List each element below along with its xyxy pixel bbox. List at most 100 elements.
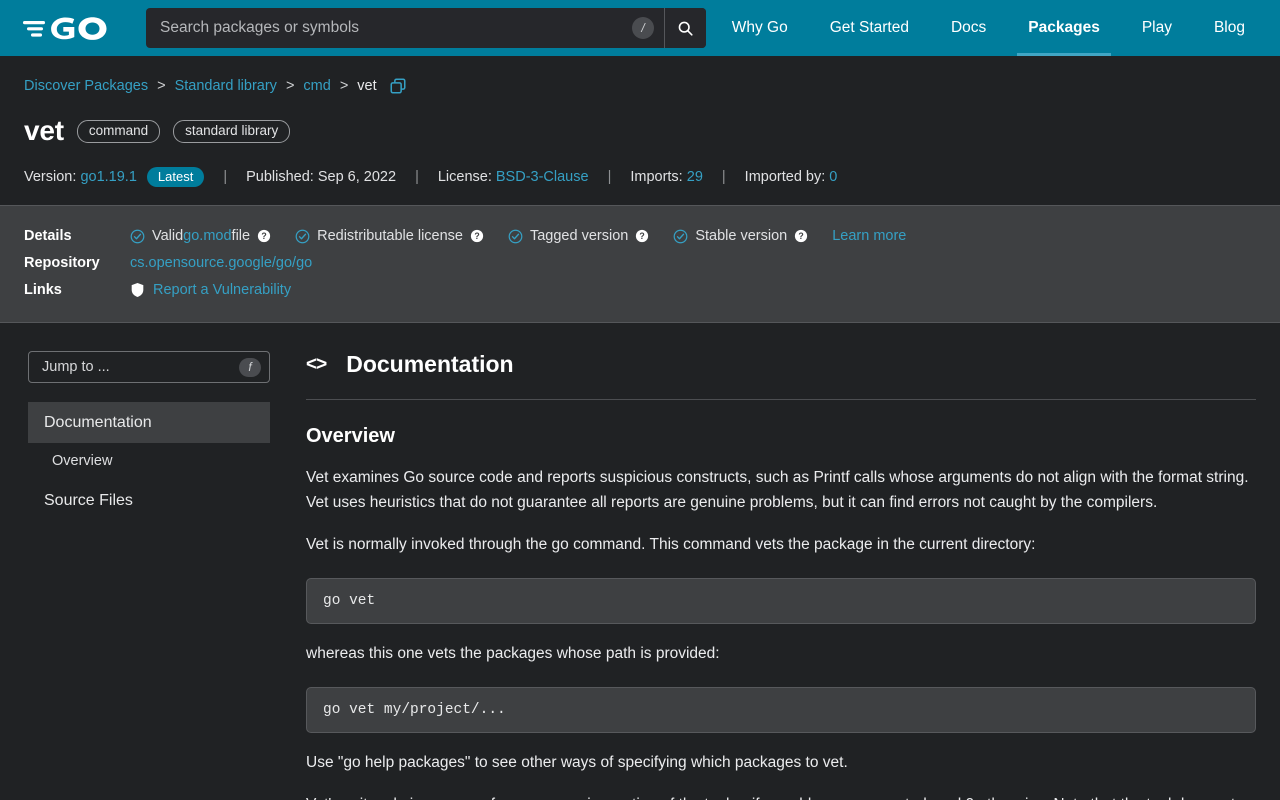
jump-to-label: Jump to ... (42, 359, 110, 375)
search-submit-button[interactable] (664, 8, 706, 48)
sidebar: Jump to ... f Documentation Overview Sou… (0, 323, 298, 800)
breadcrumb: Discover Packages > Standard library > c… (24, 76, 1256, 96)
search-form[interactable]: / (146, 8, 706, 48)
help-circle-icon[interactable]: ? (470, 229, 484, 243)
nav-item-blog[interactable]: Blog (1193, 0, 1266, 56)
links-label: Links (24, 282, 62, 298)
published-label: Published: (246, 169, 314, 185)
shield-icon (130, 282, 145, 298)
gomod-link[interactable]: go.mod (183, 228, 231, 244)
latest-badge: Latest (146, 167, 205, 187)
main-navigation: Why Go Get Started Docs Packages Play Bl… (711, 0, 1280, 56)
meta-separator: | (721, 169, 726, 185)
sidebar-item-overview[interactable]: Overview (28, 443, 270, 480)
breadcrumb-item-discover-packages[interactable]: Discover Packages (24, 76, 148, 96)
version-value-link[interactable]: go1.19.1 (80, 169, 136, 185)
documentation-title: Documentation (346, 351, 514, 377)
package-meta-row: Version: go1.19.1 Latest | Published: Se… (24, 167, 1256, 205)
nav-item-get-started[interactable]: Get Started (809, 0, 930, 56)
meta-separator: | (607, 169, 612, 185)
overview-heading: Overview (306, 425, 395, 447)
copy-path-button[interactable] (389, 77, 407, 95)
search-input[interactable] (146, 8, 632, 48)
license-label: License: (437, 169, 492, 185)
repository-label: Repository (24, 255, 100, 271)
detail-check-stable-version: Stable version ? (673, 228, 808, 244)
breadcrumb-separator: > (285, 78, 295, 94)
overview-paragraph-1: Vet examines Go source code and reports … (306, 469, 1249, 511)
overview-paragraph-3: whereas this one vets the packages whose… (306, 645, 720, 662)
detail-check-redistributable-license: Redistributable license ? (295, 228, 484, 244)
check-circle-icon (508, 229, 523, 244)
nav-item-why-go[interactable]: Why Go (711, 0, 809, 56)
license-value-link[interactable]: BSD-3-Clause (496, 169, 589, 185)
site-header: / Why Go Get Started Docs Packages Play … (0, 0, 1280, 56)
published-value: Sep 6, 2022 (317, 169, 397, 185)
detail-check-label: Stable version (695, 228, 788, 244)
check-circle-icon (295, 229, 310, 244)
svg-text:?: ? (640, 231, 645, 241)
check-circle-icon (130, 229, 145, 244)
search-icon (678, 21, 693, 36)
overview-paragraph-2: Vet is normally invoked through the go c… (306, 536, 1036, 553)
imports-label: Imports: (630, 169, 683, 185)
imported-by-label: Imported by: (744, 169, 826, 185)
overview-paragraph-5: Vet's exit code is non-zero for erroneou… (306, 792, 1256, 800)
page-body: Jump to ... f Documentation Overview Sou… (0, 323, 1280, 800)
svg-text:?: ? (799, 231, 804, 241)
chip-command: command (76, 119, 161, 143)
package-title-row: vet command standard library (24, 115, 1256, 147)
help-circle-icon[interactable]: ? (635, 229, 649, 243)
breadcrumb-item-vet: vet (357, 78, 377, 94)
go-logo[interactable] (22, 10, 108, 46)
search-shortcut-badge: / (632, 17, 654, 39)
repository-url-link[interactable]: cs.opensource.google/go/go (130, 255, 312, 271)
chip-standard-library: standard library (173, 119, 291, 143)
code-block-go-vet-path: go vet my/project/... (306, 687, 1256, 733)
help-circle-icon[interactable]: ? (257, 229, 271, 243)
code-brackets-icon: <> (306, 353, 327, 375)
breadcrumb-separator: > (157, 78, 166, 94)
meta-separator: | (415, 169, 419, 185)
page-title: vet (24, 115, 64, 146)
nav-item-packages[interactable]: Packages (1007, 0, 1121, 56)
learn-more-link[interactable]: Learn more (832, 228, 906, 244)
details-row: Details Valid go.mod file ? Redistributa… (24, 225, 1256, 247)
imports-value-link[interactable]: 29 (687, 169, 703, 185)
nav-item-play[interactable]: Play (1121, 0, 1193, 56)
report-vulnerability-link[interactable]: Report a Vulnerability (153, 282, 291, 298)
nav-item-docs[interactable]: Docs (930, 0, 1007, 56)
repository-row: Repository cs.opensource.google/go/go (24, 252, 1256, 274)
main-content: <> Documentation Overview Vet examines G… (298, 323, 1280, 800)
help-circle-icon[interactable]: ? (794, 229, 808, 243)
meta-separator: | (223, 169, 228, 185)
copy-path-icon (390, 78, 406, 94)
sidebar-nav: Documentation Overview Source Files (28, 402, 270, 521)
detail-check-tagged-version: Tagged version ? (508, 228, 649, 244)
detail-check-suffix: file (231, 228, 251, 244)
jump-to-button[interactable]: Jump to ... f (28, 351, 270, 383)
detail-check-label: Tagged version (529, 228, 629, 244)
breadcrumb-separator: > (339, 78, 349, 94)
sidebar-item-source-files[interactable]: Source Files (28, 480, 270, 521)
svg-text:?: ? (474, 231, 479, 241)
breadcrumb-item-cmd[interactable]: cmd (303, 76, 330, 96)
version-label: Version: (24, 169, 77, 185)
links-row: Links Report a Vulnerability (24, 279, 1256, 301)
detail-check-prefix: Valid (152, 228, 184, 244)
detail-check-label: Redistributable license (317, 228, 463, 244)
breadcrumb-item-standard-library[interactable]: Standard library (175, 76, 277, 96)
check-circle-icon (673, 229, 688, 244)
code-block-go-vet: go vet (306, 578, 1256, 624)
sidebar-item-documentation[interactable]: Documentation (28, 402, 270, 443)
svg-text:?: ? (261, 231, 266, 241)
documentation-header: <> Documentation (306, 351, 1256, 400)
details-panel: Details Valid go.mod file ? Redistributa… (0, 205, 1280, 323)
imported-by-value-link[interactable]: 0 (829, 169, 837, 185)
details-check-list: Valid go.mod file ? Redistributable lice… (130, 228, 906, 244)
detail-check-valid-gomod: Valid go.mod file ? (130, 228, 271, 244)
details-label: Details (24, 228, 72, 244)
overview-paragraph-4: Use "go help packages" to see other ways… (306, 754, 848, 771)
package-header: Discover Packages > Standard library > c… (0, 56, 1280, 205)
jump-to-shortcut-badge: f (239, 357, 261, 377)
